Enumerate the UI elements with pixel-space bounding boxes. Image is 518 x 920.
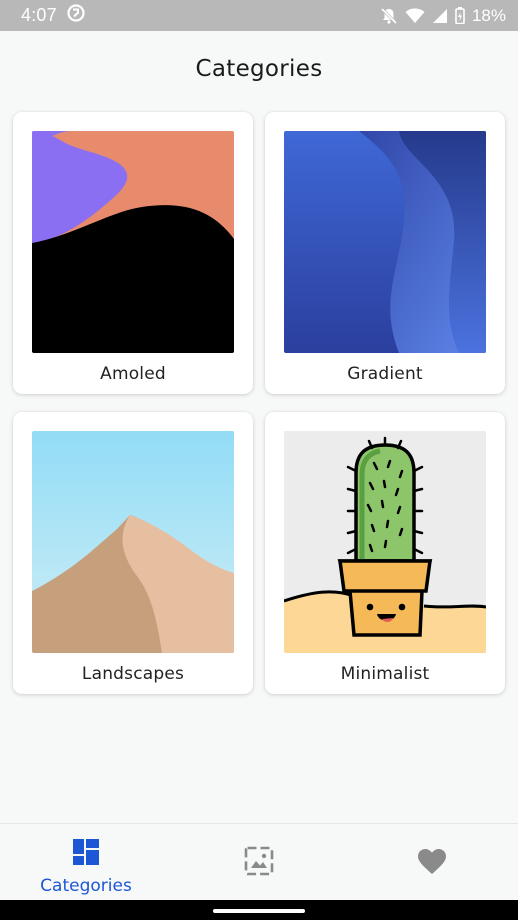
nav-item-wallpapers[interactable] bbox=[173, 824, 345, 901]
minimalist-thumbnail bbox=[284, 431, 486, 653]
status-bar: 4:07 18% bbox=[0, 0, 518, 31]
category-card-gradient[interactable]: Gradient bbox=[265, 112, 505, 394]
gradient-thumbnail bbox=[284, 131, 486, 353]
home-gesture-handle[interactable] bbox=[213, 909, 305, 913]
category-label: Landscapes bbox=[81, 664, 185, 684]
battery-icon bbox=[455, 7, 465, 24]
nav-item-categories[interactable]: Categories bbox=[0, 824, 172, 901]
sync-icon bbox=[67, 4, 85, 27]
category-label: Gradient bbox=[347, 364, 423, 384]
dashboard-icon bbox=[72, 838, 100, 870]
signal-icon bbox=[432, 8, 448, 24]
system-navigation-bar bbox=[0, 900, 518, 920]
page-title: Categories bbox=[195, 56, 323, 82]
landscapes-thumbnail bbox=[32, 431, 234, 653]
battery-percent: 18% bbox=[471, 5, 506, 25]
category-card-landscapes[interactable]: Landscapes bbox=[13, 412, 253, 694]
amoled-thumbnail bbox=[32, 131, 234, 353]
bottom-navigation: Categories bbox=[0, 823, 518, 900]
nav-item-favorites[interactable] bbox=[346, 824, 518, 901]
category-card-amoled[interactable]: Amoled bbox=[13, 112, 253, 394]
heart-icon bbox=[417, 848, 447, 879]
wifi-icon bbox=[405, 8, 425, 24]
category-label: Amoled bbox=[100, 364, 166, 384]
do-not-disturb-off-icon bbox=[380, 7, 398, 25]
image-icon bbox=[244, 846, 274, 880]
nav-label-categories: Categories bbox=[40, 876, 132, 896]
status-time: 4:07 bbox=[21, 5, 57, 25]
category-card-minimalist[interactable]: Minimalist bbox=[265, 412, 505, 694]
category-label: Minimalist bbox=[340, 664, 430, 684]
